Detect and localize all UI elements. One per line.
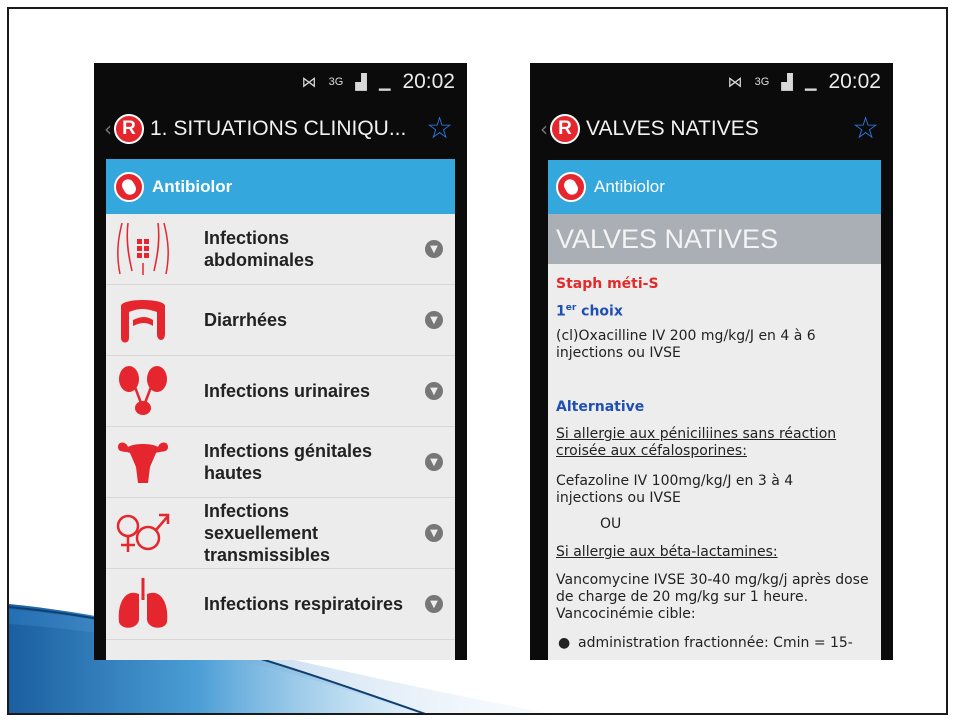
chevron-down-icon[interactable]: ▼ [425,240,443,258]
bullet-item: ● administration fractionnée: Cmin = 15- [558,635,873,652]
valve-content: VALVES NATIVES Staph méti-S 1er choix (c… [548,214,881,660]
app-logo-icon[interactable]: R [550,113,580,144]
lungs-icon [114,575,172,633]
network-indicator: 3G [754,76,770,88]
favorite-star-icon[interactable]: ☆ [852,111,879,146]
action-bar: ‹ R 1. SITUATIONS CLINIQU... ☆ [94,101,467,156]
mute-icon: ⋈ [727,73,743,91]
list-item-ist[interactable]: Infections sexuellement transmissibles ▼ [106,498,455,569]
brand-band: Antibiolor [548,160,881,214]
uterus-icon [114,433,172,491]
list-item-respiratoires[interactable]: Infections respiratoires ▼ [106,569,455,640]
bullet-dot-icon: ● [558,635,571,651]
favorite-star-icon[interactable]: ☆ [426,111,453,146]
list-item-label: Infections abdominales [204,228,315,270]
status-time: 20:02 [828,70,881,93]
first-choice-sup: er [565,303,577,313]
brand-label: Antibiolor [594,177,665,196]
list-item-abdominales[interactable]: Infections abdominales ▼ [106,214,455,285]
abdomen-icon [114,220,172,278]
right-phone-screen: ⋈ 3G ▟ ▁ 20:02 ‹ R VALVES NATIVES ☆ Anti… [530,63,893,660]
allergy-condition-2: Si allergie aux béta-lactamines: [556,544,778,560]
status-bar: ⋈ 3G ▟ ▁ 20:02 [530,63,893,101]
status-time: 20:02 [402,70,455,93]
chevron-down-icon[interactable]: ▼ [425,595,443,613]
kidney-icon [114,362,172,420]
list-item-label: Infections respiratoires [204,594,404,614]
or-separator: OU [600,516,622,532]
battery-icon: ▁ [804,73,817,91]
list-item-diarrhees[interactable]: Diarrhées ▼ [106,285,455,356]
chevron-down-icon[interactable]: ▼ [425,524,443,542]
pill-logo-icon [556,172,586,202]
alternative-title: Alternative [556,399,645,415]
first-choice-suffix: choix [576,303,623,320]
action-bar: ‹ R VALVES NATIVES ☆ [530,101,893,156]
list-item-label: Infections génitales hautes [204,441,373,483]
status-bar: ⋈ 3G ▟ ▁ 20:02 [94,63,467,101]
chevron-down-icon[interactable]: ▼ [425,311,443,329]
intestine-icon [114,291,172,349]
network-indicator: 3G [328,76,344,88]
first-choice-title: 1er choix [556,300,873,321]
chevron-down-icon[interactable]: ▼ [425,453,443,471]
screen-title: VALVES NATIVES [586,116,759,140]
section-heading: VALVES NATIVES [548,214,881,264]
left-phone-screen: ⋈ 3G ▟ ▁ 20:02 ‹ R 1. SITUATIONS CLINIQU… [94,63,467,660]
slide-frame: ⋈ 3G ▟ ▁ 20:02 ‹ R 1. SITUATIONS CLINIQU… [7,7,948,715]
signal-icon: ▟ [355,73,367,91]
list-item-genitales[interactable]: Infections génitales hautes ▼ [106,427,455,498]
back-caret-icon[interactable]: ‹ [540,117,548,141]
signal-icon: ▟ [781,73,793,91]
bullet-text: administration fractionnée: Cmin = 15- [578,635,853,651]
allergy-condition-1: Si allergie aux péniciliines sans réacti… [556,426,837,459]
list-item-label: Infections sexuellement transmissibles [204,501,331,565]
cefazoline-text: Cefazoline IV 100mg/kg/J en 3 à 4 inject… [556,473,794,506]
gender-symbols-icon [114,504,172,562]
list-item-label: Diarrhées [204,310,288,330]
first-choice-prefix: 1 [556,303,566,320]
app-logo-icon[interactable]: R [114,113,144,144]
list-item-urinaires[interactable]: Infections urinaires ▼ [106,356,455,427]
first-choice-text: (cl)Oxacilline IV 200 mg/kg/J en 4 à 6 i… [556,328,816,361]
brand-band: Antibiolor [106,159,455,214]
vancomycine-text: Vancomycine IVSE 30-40 mg/kg/j après dos… [556,572,869,622]
back-caret-icon[interactable]: ‹ [104,117,112,141]
mute-icon: ⋈ [301,73,317,91]
screen-title: 1. SITUATIONS CLINIQU... [150,116,407,140]
list-item-label: Infections urinaires [204,381,371,401]
battery-icon: ▁ [378,73,391,91]
clinical-situations-list: Infections abdominales ▼ Diarrhées ▼ Inf… [106,214,455,660]
section-title: Staph méti-S [556,276,659,292]
brand-label: Antibiolor [152,176,233,196]
chevron-down-icon[interactable]: ▼ [425,382,443,400]
pill-logo-icon [114,171,144,202]
